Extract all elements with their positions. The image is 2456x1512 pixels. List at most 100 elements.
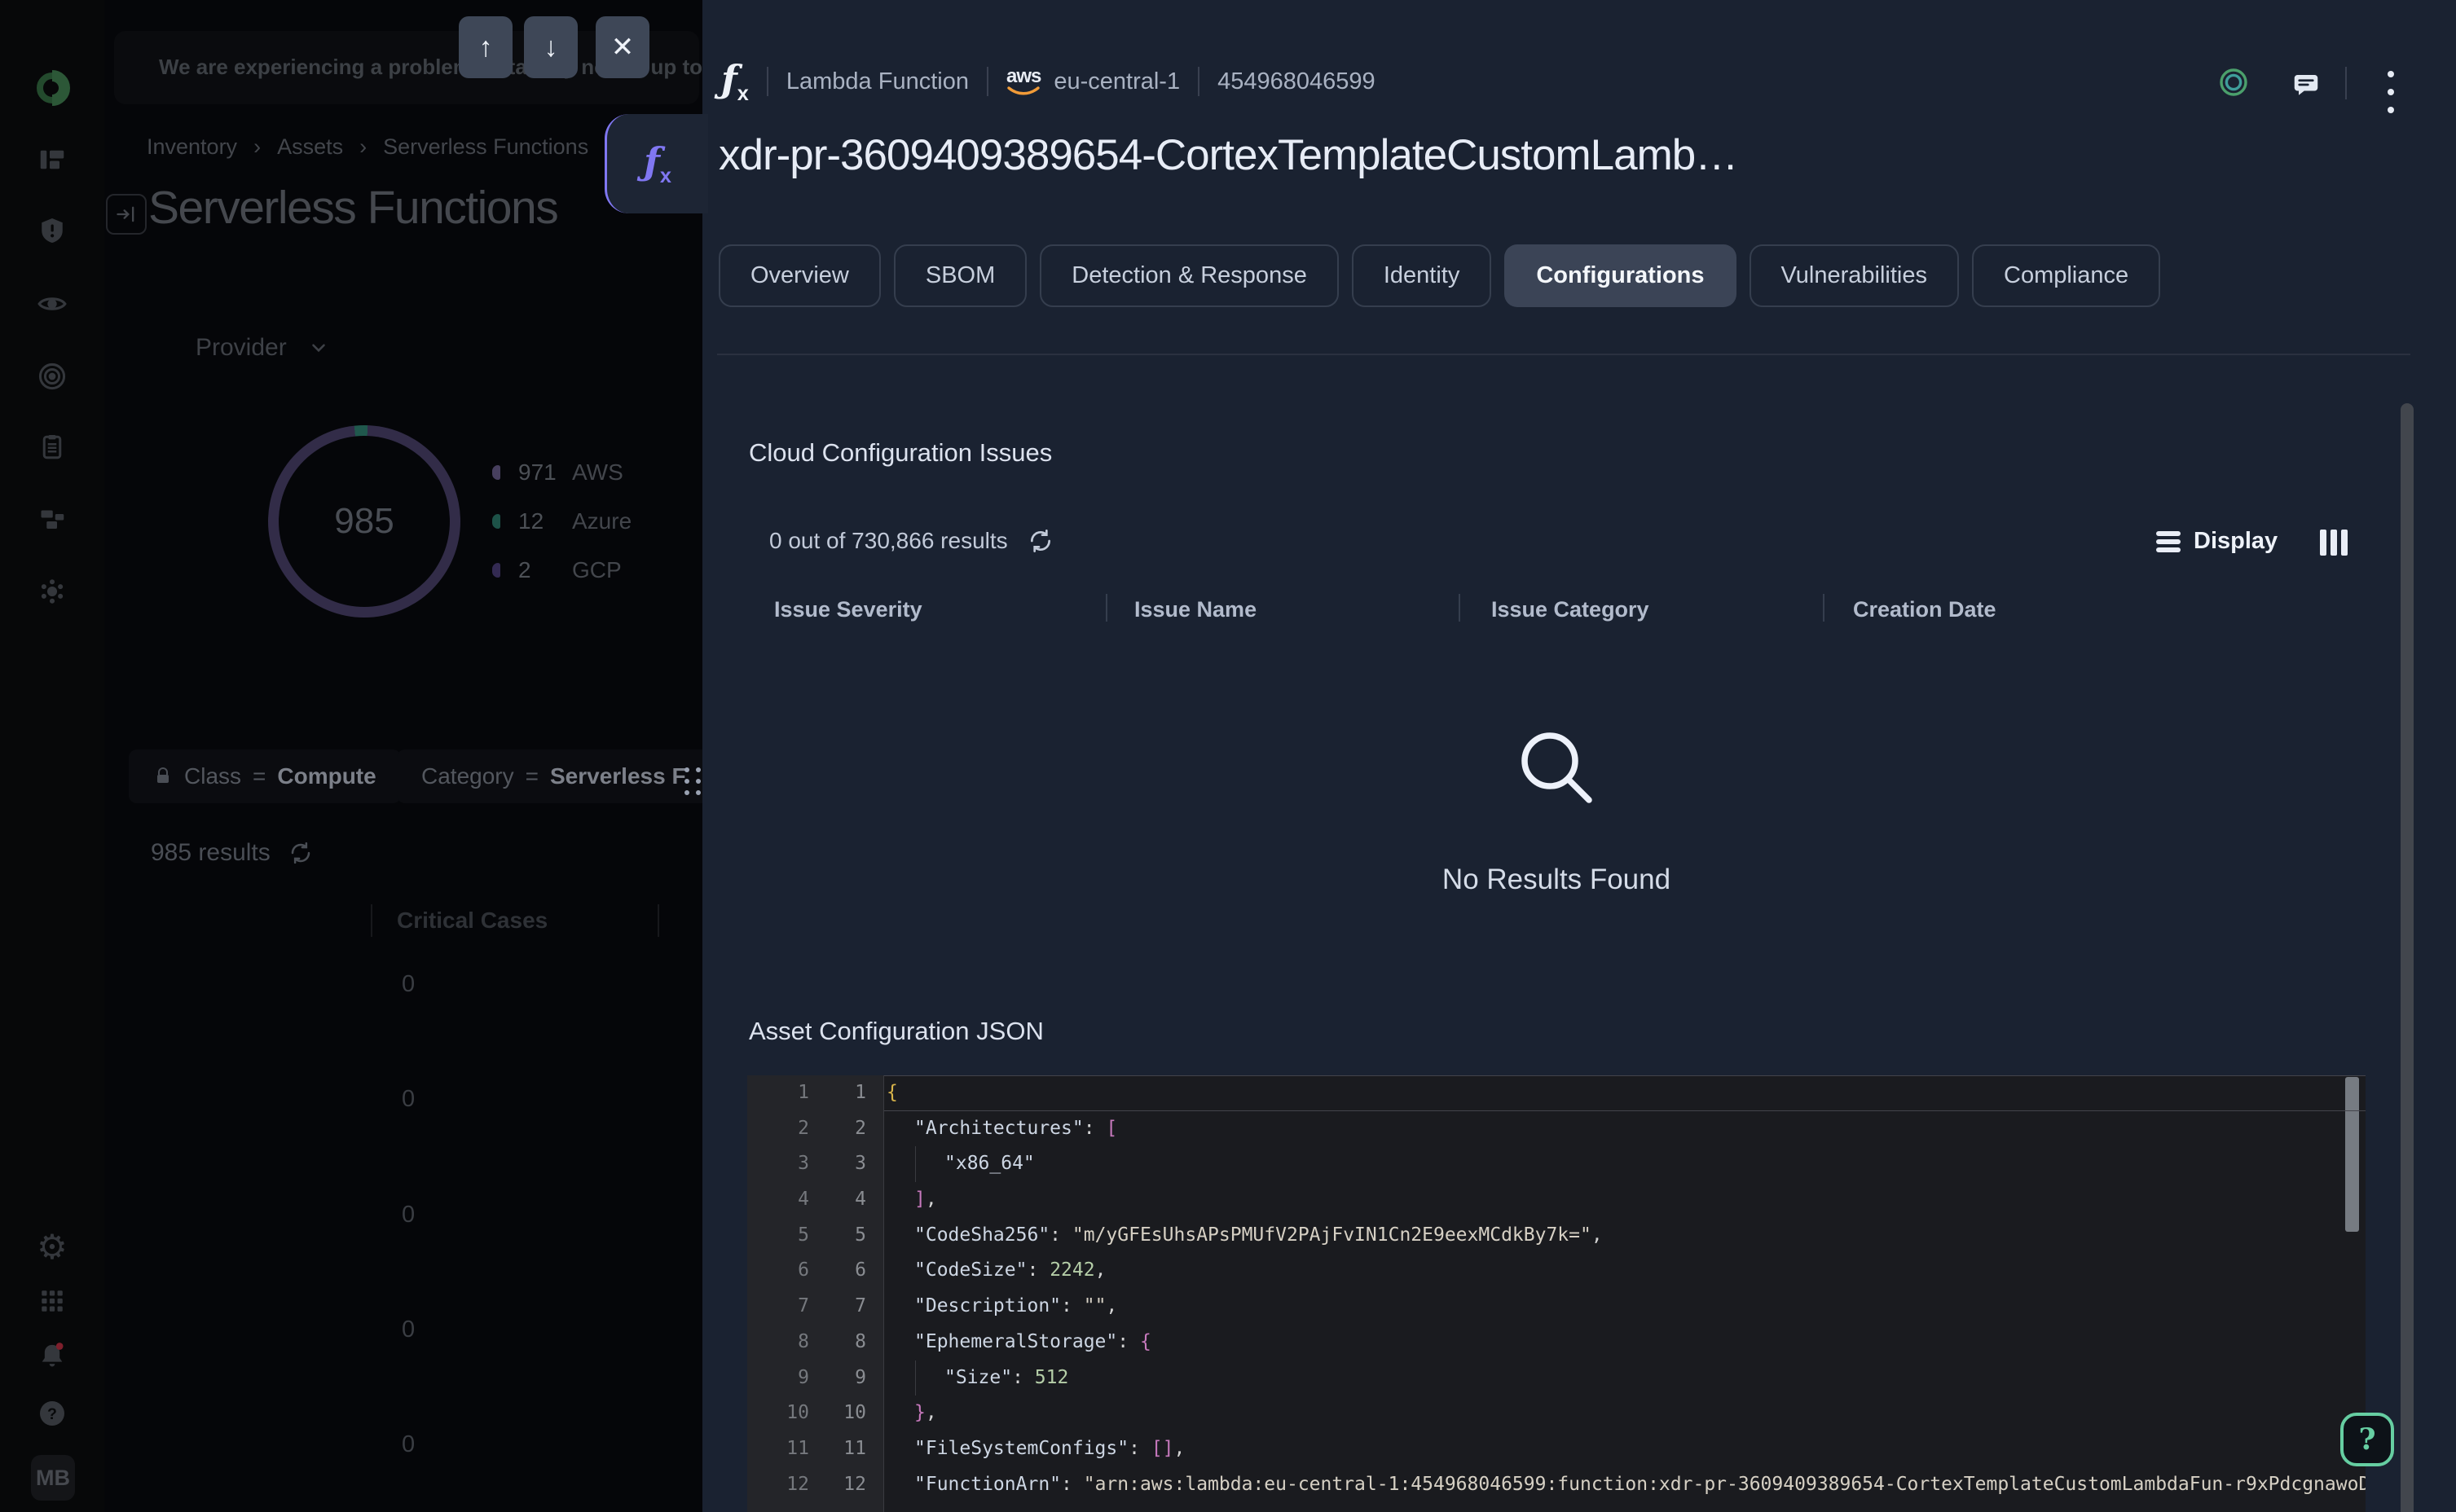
column-divider[interactable] — [1459, 594, 1460, 622]
line-number: 99 — [747, 1360, 883, 1396]
sidebar-item-detection target-icon[interactable] — [0, 361, 104, 392]
table-cell: 0 — [402, 971, 415, 998]
panel-scrollbar[interactable] — [2401, 403, 2414, 1512]
filter-value: Serverless F — [550, 763, 686, 789]
filter-value: Compute — [277, 763, 376, 789]
line-number: 33 — [747, 1146, 883, 1182]
tab-identity[interactable]: Identity — [1352, 244, 1492, 307]
line-number: 88 — [747, 1325, 883, 1360]
column-picker-icon[interactable] — [2320, 530, 2348, 556]
provider-donut-chart: 985 — [268, 425, 460, 618]
help question-icon[interactable]: ? — [0, 1399, 104, 1428]
tab-overview[interactable]: Overview — [719, 244, 881, 307]
provider-label: Provider — [196, 334, 287, 362]
settings gear-icon[interactable]: ⚙ — [0, 1227, 104, 1267]
legend-item-gcp: 2 GCP — [492, 554, 632, 587]
feedback-chat-icon[interactable] — [2291, 70, 2321, 99]
legend-bullet — [492, 563, 500, 578]
background-page: We are experiencing a problem, data may … — [104, 0, 707, 1512]
code-line: "Architectures": [ — [884, 1111, 2366, 1147]
help-button[interactable]: ? — [2340, 1413, 2394, 1466]
json-section-heading: Asset Configuration JSON — [749, 1017, 1044, 1046]
sidebar-item-incidents shield-alert-icon[interactable] — [0, 216, 104, 245]
next-asset-button arrow-down-icon[interactable]: ↓ — [524, 16, 578, 78]
no-results-search-icon — [1512, 723, 1604, 819]
sidebar-item-reports clipboard-icon[interactable] — [0, 433, 104, 462]
col-issue-category[interactable]: Issue Category — [1491, 597, 1649, 622]
notification-dot — [56, 1343, 64, 1350]
legend-label: Azure — [572, 508, 632, 534]
column-divider[interactable] — [1106, 594, 1107, 622]
col-creation-date[interactable]: Creation Date — [1853, 597, 1996, 622]
line-number: 1111 — [747, 1431, 883, 1467]
sidebar-item-dashboards[interactable] — [0, 145, 104, 174]
legend-value: 971 — [518, 459, 572, 486]
legend-value: 12 — [518, 508, 572, 534]
notifications bell-icon[interactable] — [0, 1340, 104, 1373]
cortex-logo[interactable] — [0, 68, 104, 108]
filter-chip-class[interactable]: Class = Compute — [129, 749, 401, 803]
line-number: 11 — [747, 1075, 883, 1111]
legend-bullet — [492, 465, 500, 480]
col-issue-severity[interactable]: Issue Severity — [774, 597, 922, 622]
breadcrumb-assets[interactable]: Assets — [277, 134, 343, 160]
panel-nav-buttons: ↑ ↓ ✕ — [459, 16, 649, 78]
breadcrumb-inventory[interactable]: Inventory — [147, 134, 237, 160]
divider — [767, 67, 768, 96]
apps grid-icon[interactable] — [0, 1287, 104, 1315]
close-panel-button close-icon[interactable]: ✕ — [596, 16, 649, 78]
user-avatar[interactable]: MB — [31, 1455, 75, 1501]
arrow-to-bar-icon — [115, 203, 138, 226]
refresh-icon[interactable] — [288, 841, 313, 865]
issues-section-heading: Cloud Configuration Issues — [749, 438, 1052, 468]
line-number: 1212 — [747, 1467, 883, 1503]
tab-detection-response[interactable]: Detection & Response — [1040, 244, 1339, 307]
tab-vulnerabilities[interactable]: Vulnerabilities — [1750, 244, 1959, 307]
no-results-text: No Results Found — [1312, 864, 1801, 896]
lock-icon — [153, 767, 173, 786]
sidebar-item-threat bug-icon[interactable] — [0, 576, 104, 607]
sidebar-item-assets blocks-icon[interactable] — [0, 504, 104, 534]
json-code-editor[interactable]: 112233445566778899101011111212 {"Archite… — [747, 1075, 2366, 1512]
issues-results-count: 0 out of 730,866 results — [769, 528, 1054, 554]
panel-header: ƒx Lambda Function aws eu-central-1 4549… — [721, 57, 1375, 106]
provider-dropdown[interactable]: Provider — [196, 334, 329, 362]
svg-text:?: ? — [47, 1405, 57, 1423]
code-line: { — [884, 1075, 2366, 1111]
asset-detail-panel: ƒx Lambda Function aws eu-central-1 4549… — [702, 0, 2456, 1512]
column-divider[interactable] — [1823, 594, 1824, 622]
code-line: "x86_64" — [884, 1146, 2366, 1182]
lambda-panel-tab[interactable]: ƒx — [605, 114, 708, 213]
previous-asset-button arrow-up-icon[interactable]: ↑ — [459, 16, 513, 78]
collapse-panel-button[interactable] — [106, 194, 147, 235]
table-cell: 0 — [402, 1431, 415, 1458]
sidebar-item-visibility eye-icon[interactable] — [0, 288, 104, 319]
divider — [1198, 67, 1199, 96]
panel-tabs: Overview SBOM Detection & Response Ident… — [719, 244, 2160, 307]
code-line: "EphemeralStorage": { — [884, 1325, 2366, 1360]
code-line: "CodeSize": 2242, — [884, 1253, 2366, 1289]
tab-sbom[interactable]: SBOM — [894, 244, 1027, 307]
tab-configurations[interactable]: Configurations — [1504, 244, 1736, 307]
sidebar: ⚙ ? MB — [0, 0, 104, 1512]
divider — [987, 67, 988, 96]
results-count: 985 results — [151, 839, 313, 867]
col-issue-name[interactable]: Issue Name — [1134, 597, 1257, 622]
divider — [2345, 67, 2347, 99]
legend-item-azure: 12 Azure — [492, 505, 632, 538]
display-button[interactable]: Display — [2156, 528, 2278, 555]
ai-rings-icon[interactable] — [2218, 67, 2249, 98]
tab-compliance[interactable]: Compliance — [1972, 244, 2160, 307]
breadcrumb-separator: › — [359, 134, 367, 160]
asset-type-label: Lambda Function — [786, 68, 969, 95]
breadcrumb-current: Serverless Functions — [383, 134, 588, 160]
lambda-fx-icon: ƒx — [644, 139, 671, 188]
panel-resize-handle[interactable] — [684, 767, 701, 795]
more-options-icon[interactable] — [2388, 65, 2394, 119]
account-id-label: 454968046599 — [1217, 68, 1375, 95]
refresh-icon[interactable] — [1028, 528, 1054, 554]
line-number: 44 — [747, 1182, 883, 1218]
aws-logo: aws — [1006, 67, 1041, 96]
tabs-divider — [717, 354, 2410, 355]
lambda-function-icon: ƒx — [721, 57, 749, 106]
